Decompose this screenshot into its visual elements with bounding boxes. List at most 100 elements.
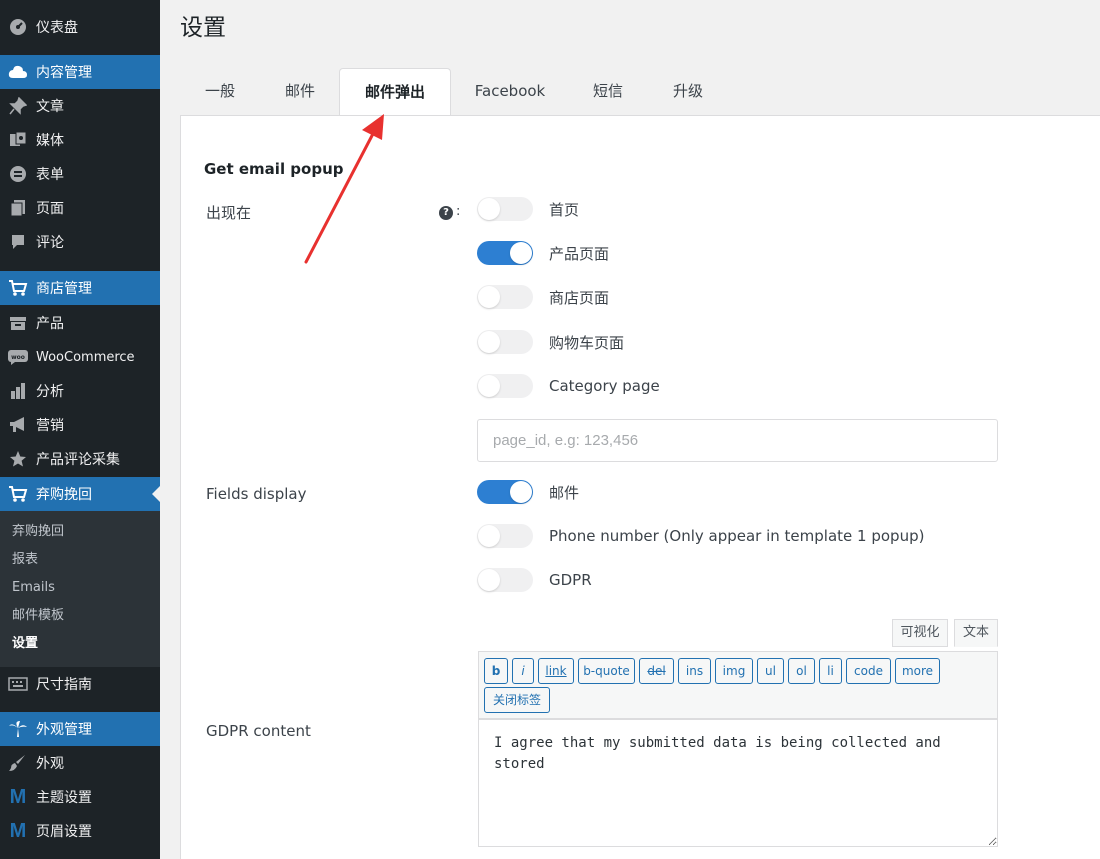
sidebar-item-analytics[interactable]: 分析 (0, 374, 160, 408)
toggle-switch[interactable] (477, 480, 533, 504)
m-logo-icon: M (9, 819, 27, 842)
toggle-knob (478, 331, 500, 353)
sidebar-item-posts[interactable]: 文章 (0, 89, 160, 123)
qt-ul-button[interactable]: ul (757, 658, 784, 684)
media-icon (8, 130, 28, 150)
sidebar-item-pages[interactable]: 页面 (0, 191, 160, 225)
page-title: 设置 (180, 15, 226, 41)
toggle-label: 产品页面 (549, 244, 610, 263)
field-option-gdpr: GDPR (477, 567, 592, 593)
toggle-label: Phone number (Only appear in template 1 … (549, 527, 925, 545)
sidebar-item-appearance[interactable]: 外观 (0, 746, 160, 780)
toggle-knob (478, 198, 500, 220)
sidebar-item-products[interactable]: 产品 (0, 306, 160, 340)
woo-icon: woo (8, 347, 28, 367)
toggle-switch[interactable] (477, 330, 533, 354)
tab-facebook[interactable]: Facebook (460, 68, 560, 116)
sidebar-item-forms[interactable]: 表单 (0, 157, 160, 191)
qt-ins-button[interactable]: ins (678, 658, 711, 684)
m-logo-icon: M (9, 785, 27, 808)
editor-tab-visual[interactable]: 可视化 (892, 619, 948, 647)
qt-blockquote-button[interactable]: b-quote (578, 658, 635, 684)
appear-option-cart: 购物车页面 (477, 329, 624, 355)
toggle-switch[interactable] (477, 197, 533, 221)
toggle-switch[interactable] (477, 374, 533, 398)
toggle-knob (478, 286, 500, 308)
quicktags-toolbar: b i link b-quote del ins img ul ol li co… (478, 651, 998, 719)
sidebar-item-media[interactable]: 媒体 (0, 123, 160, 157)
toggle-switch[interactable] (477, 241, 533, 265)
toggle-label: Category page (549, 377, 660, 395)
sidebar-item-theme-settings[interactable]: M 主题设置 (0, 780, 160, 814)
sidebar-item-label: WooCommerce (36, 349, 135, 365)
qt-code-button[interactable]: code (846, 658, 891, 684)
qt-bold-button[interactable]: b (484, 658, 508, 684)
sidebar-item-size-guide[interactable]: 尺寸指南 (0, 667, 160, 701)
qt-del-button[interactable]: del (639, 658, 674, 684)
gdpr-content-textarea[interactable]: I agree that my submitted data is being … (478, 719, 998, 847)
sidebar-item-comments[interactable]: 评论 (0, 225, 160, 259)
sidebar-item-reviews[interactable]: 产品评论采集 (0, 442, 160, 476)
submenu-item-settings[interactable]: 设置 (12, 634, 38, 654)
sidebar-item-label: 分析 (36, 384, 64, 400)
tab-upgrade[interactable]: 升级 (650, 68, 726, 116)
keyboard-icon (8, 674, 28, 694)
sidebar-item-label: 尺寸指南 (36, 677, 92, 693)
toggle-label: 商店页面 (549, 288, 610, 307)
tab-email[interactable]: 邮件 (260, 68, 340, 116)
submenu-item-email-templates[interactable]: 邮件模板 (12, 606, 64, 626)
tab-email-popup[interactable]: 邮件弹出 (339, 68, 451, 117)
svg-text:woo: woo (11, 354, 25, 361)
field-option-phone: Phone number (Only appear in template 1 … (477, 523, 924, 549)
section-title: Get email popup (204, 160, 344, 178)
qt-close-tags-button[interactable]: 关闭标签 (484, 687, 550, 713)
brush-icon (8, 753, 28, 773)
comment-icon (8, 232, 28, 252)
editor-tab-text[interactable]: 文本 (954, 619, 998, 647)
cart-icon (8, 278, 28, 298)
tab-general[interactable]: 一般 (180, 68, 260, 116)
submenu-item-recovery[interactable]: 弃购挽回 (12, 522, 64, 542)
appear-option-shop: 商店页面 (477, 284, 609, 310)
qt-more-button[interactable]: more (895, 658, 940, 684)
qt-italic-button[interactable]: i (512, 658, 534, 684)
toggle-switch[interactable] (477, 285, 533, 309)
field-option-email: 邮件 (477, 479, 579, 505)
admin-sidebar: 仪表盘 内容管理 文章 媒体 表单 页面 评论 商店管理 产品 woo WooC… (0, 0, 160, 859)
appear-option-category: Category page (477, 373, 660, 399)
sidebar-item-label: 页面 (36, 201, 64, 217)
sidebar-item-dashboard[interactable]: 仪表盘 (0, 10, 160, 44)
sidebar-item-label: 内容管理 (36, 65, 92, 81)
toggle-switch[interactable] (477, 524, 533, 548)
tab-sms[interactable]: 短信 (570, 68, 646, 116)
sidebar-section-content[interactable]: 内容管理 (0, 55, 160, 89)
qt-li-button[interactable]: li (819, 658, 842, 684)
cloud-icon (8, 62, 28, 82)
submenu-item-emails[interactable]: Emails (12, 578, 55, 598)
qt-link-button[interactable]: link (538, 658, 574, 684)
gdpr-content-label: GDPR content (206, 722, 311, 740)
sidebar-item-marketing[interactable]: 营销 (0, 408, 160, 442)
sidebar-item-label: 营销 (36, 418, 64, 434)
sidebar-item-header-settings[interactable]: M 页眉设置 (0, 814, 160, 848)
appear-option-product: 产品页面 (477, 240, 609, 266)
toggle-knob (510, 242, 532, 264)
chart-bar-icon (8, 381, 28, 401)
toggle-knob (478, 525, 500, 547)
sidebar-item-label: 弃购挽回 (36, 487, 92, 503)
megaphone-icon (8, 415, 28, 435)
sidebar-item-cart-recovery[interactable]: 弃购挽回 (0, 477, 160, 511)
submenu-item-reports[interactable]: 报表 (12, 550, 38, 570)
qt-img-button[interactable]: img (715, 658, 753, 684)
sidebar-item-woocommerce[interactable]: woo WooCommerce (0, 340, 160, 374)
sidebar-item-label: 表单 (36, 167, 64, 183)
page-id-input[interactable] (477, 419, 998, 462)
palm-icon (8, 719, 28, 739)
toggle-switch[interactable] (477, 568, 533, 592)
help-icon[interactable]: ? (439, 206, 453, 220)
sidebar-section-store[interactable]: 商店管理 (0, 271, 160, 305)
sidebar-item-label: 文章 (36, 99, 64, 115)
qt-ol-button[interactable]: ol (788, 658, 815, 684)
appear-option-home: 首页 (477, 196, 579, 222)
sidebar-section-appearance[interactable]: 外观管理 (0, 712, 160, 746)
